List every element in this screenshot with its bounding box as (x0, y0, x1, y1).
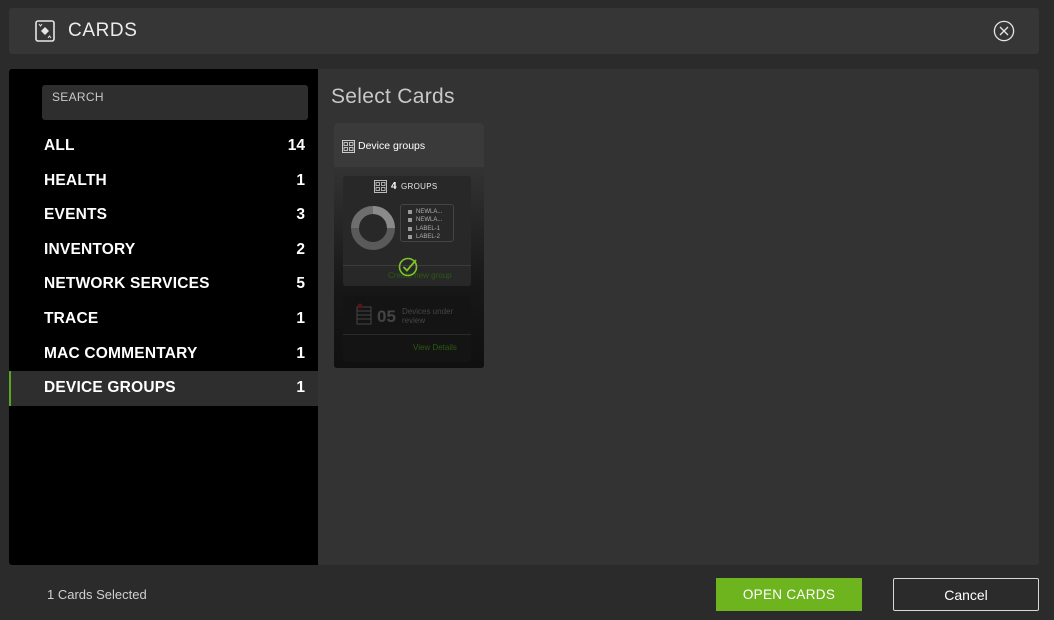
category-item-health[interactable]: HEALTH 1 (9, 164, 318, 199)
category-sidebar: ALL 14 HEALTH 1 EVENTS 3 INVENTORY 2 NET… (9, 69, 318, 565)
category-label: HEALTH (44, 171, 107, 189)
category-item-all[interactable]: ALL 14 (9, 129, 318, 164)
category-count: 1 (296, 309, 305, 327)
category-item-inventory[interactable]: INVENTORY 2 (9, 233, 318, 268)
category-label: EVENTS (44, 206, 108, 224)
devices-widget: 05 Devices under review View Details (343, 296, 471, 362)
legend-item: NEWLA... (408, 208, 453, 216)
groups-icon (374, 180, 387, 193)
close-circle-icon[interactable] (993, 20, 1015, 42)
groups-legend: NEWLA... NEWLA... LABEL-1 LABEL-2 (400, 204, 454, 242)
groups-count: 4 (391, 181, 397, 192)
category-count: 1 (296, 379, 305, 397)
category-label: MAC COMMENTARY (44, 344, 198, 362)
cards-panel: ALL 14 HEALTH 1 EVENTS 3 INVENTORY 2 NET… (9, 69, 1039, 565)
selection-status: 1 Cards Selected (47, 587, 147, 602)
divider (343, 334, 471, 335)
category-label: NETWORK SERVICES (44, 275, 210, 293)
device-groups-icon (342, 140, 355, 153)
legend-item: LABEL-1 (408, 225, 453, 233)
check-circle-icon (398, 257, 418, 277)
cards-dialog-header: CARDS (9, 8, 1039, 54)
category-list: ALL 14 HEALTH 1 EVENTS 3 INVENTORY 2 NET… (9, 129, 318, 406)
groups-label: GROUPS (401, 182, 438, 191)
category-label: INVENTORY (44, 240, 136, 258)
category-count: 3 (296, 206, 305, 224)
category-count: 5 (296, 275, 305, 293)
category-item-mac-commentary[interactable]: MAC COMMENTARY 1 (9, 337, 318, 372)
category-item-device-groups[interactable]: DEVICE GROUPS 1 (9, 371, 318, 406)
category-label: DEVICE GROUPS (44, 379, 176, 397)
category-count: 14 (287, 137, 305, 154)
category-count: 2 (296, 240, 305, 258)
dialog-title: CARDS (68, 20, 138, 41)
devices-label: Devices under review (402, 307, 454, 325)
cancel-button[interactable]: Cancel (893, 578, 1039, 611)
category-item-events[interactable]: EVENTS 3 (9, 198, 318, 233)
server-rack-icon (356, 303, 372, 325)
open-cards-button[interactable]: OPEN CARDS (716, 578, 862, 611)
device-groups-card[interactable]: Device groups 4 GROUPS NEWLA... NEWLA...… (334, 123, 484, 368)
card-title: Device groups (358, 140, 426, 152)
card-preview: 4 GROUPS NEWLA... NEWLA... LABEL-1 LABEL… (334, 167, 484, 368)
category-item-trace[interactable]: TRACE 1 (9, 302, 318, 337)
devices-count: 05 (377, 307, 396, 326)
cards-icon (35, 20, 55, 42)
category-count: 1 (296, 344, 305, 362)
legend-item: NEWLA... (408, 216, 453, 224)
section-title: Select Cards (331, 85, 455, 108)
groups-donut-chart (351, 206, 395, 250)
card-header: Device groups (334, 123, 484, 167)
legend-item: LABEL-2 (408, 233, 453, 241)
search-input[interactable] (42, 85, 308, 120)
view-details-link: View Details (413, 343, 457, 352)
category-label: ALL (44, 137, 75, 154)
category-label: TRACE (44, 309, 99, 327)
category-count: 1 (296, 171, 305, 189)
category-item-network-services[interactable]: NETWORK SERVICES 5 (9, 267, 318, 302)
